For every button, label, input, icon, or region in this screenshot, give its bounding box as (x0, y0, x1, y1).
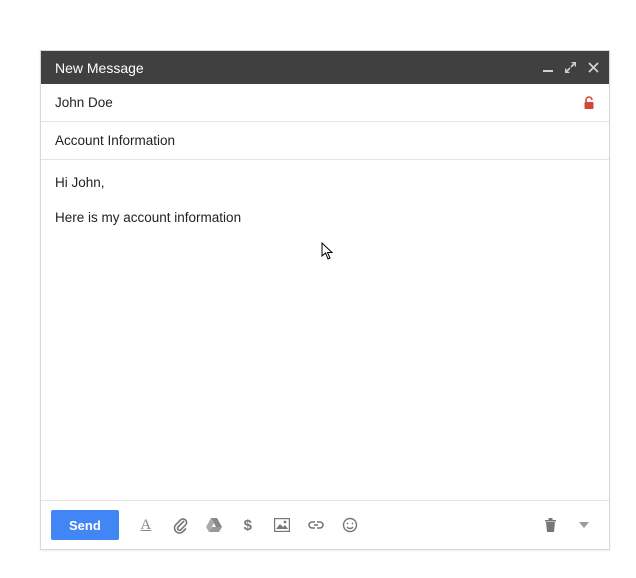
insert-emoji-icon[interactable] (335, 510, 365, 540)
more-options-icon[interactable] (569, 510, 599, 540)
titlebar[interactable]: New Message (41, 51, 609, 84)
subject-field[interactable]: Account Information (41, 122, 609, 160)
to-field[interactable]: John Doe (41, 84, 609, 122)
confidential-lock-icon[interactable] (583, 96, 595, 110)
subject-value: Account Information (55, 133, 175, 148)
formatting-icon[interactable]: A (131, 510, 161, 540)
send-button[interactable]: Send (51, 510, 119, 540)
insert-drive-icon[interactable] (199, 510, 229, 540)
discard-draft-icon[interactable] (535, 510, 565, 540)
insert-link-icon[interactable] (301, 510, 331, 540)
body-line-1: Hi John, (55, 174, 595, 193)
insert-money-icon[interactable]: $ (233, 510, 263, 540)
insert-photo-icon[interactable] (267, 510, 297, 540)
expand-icon[interactable] (565, 62, 576, 73)
minimize-icon[interactable] (543, 63, 553, 73)
compose-toolbar: Send A $ (41, 501, 609, 549)
close-icon[interactable] (588, 62, 599, 73)
message-body[interactable]: Hi John, Here is my account information (41, 160, 609, 501)
window-title: New Message (55, 60, 144, 76)
compose-window: New Message John Doe (40, 50, 610, 550)
cursor-icon (321, 242, 335, 268)
title-controls (543, 62, 599, 73)
to-value: John Doe (55, 95, 113, 110)
body-line-2: Here is my account information (55, 209, 595, 228)
attach-file-icon[interactable] (165, 510, 195, 540)
